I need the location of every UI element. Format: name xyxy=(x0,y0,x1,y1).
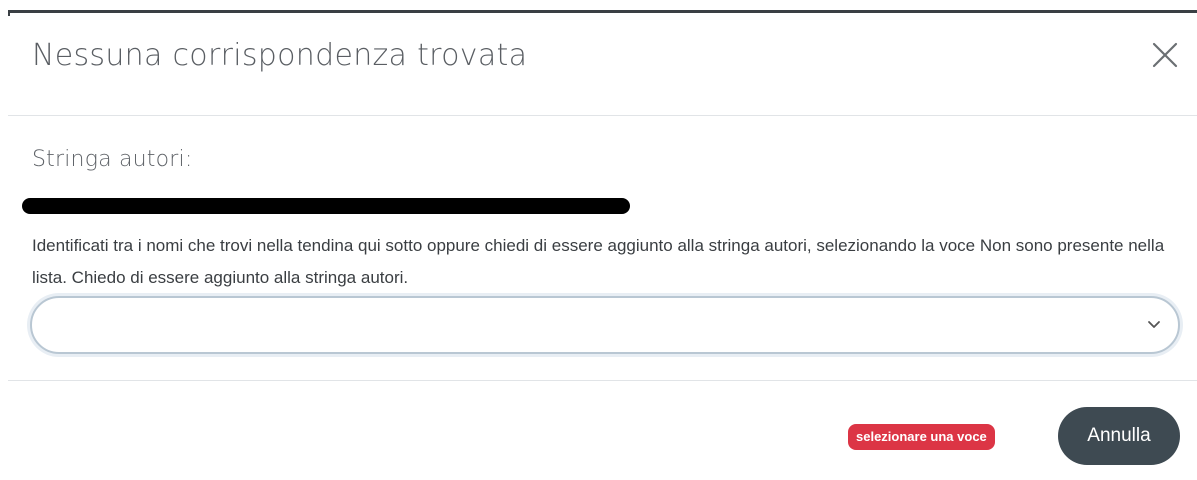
chevron-down-icon xyxy=(1148,321,1160,328)
authors-string-label: Stringa autori: xyxy=(32,147,193,172)
close-icon xyxy=(1152,42,1178,68)
redacted-authors-string xyxy=(22,198,630,218)
validation-error-badge: selezionare una voce xyxy=(848,424,995,450)
cancel-button[interactable]: Annulla xyxy=(1058,407,1180,465)
close-button[interactable] xyxy=(1148,38,1182,72)
instructions-text: Identificati tra i nomi che trovi nella … xyxy=(32,236,1165,287)
modal-title: Nessuna corrispondenza trovata xyxy=(32,38,528,73)
author-select-dropdown[interactable] xyxy=(30,296,1180,354)
redaction-bar xyxy=(22,198,630,214)
header-divider xyxy=(8,115,1197,116)
footer-divider xyxy=(8,380,1197,381)
